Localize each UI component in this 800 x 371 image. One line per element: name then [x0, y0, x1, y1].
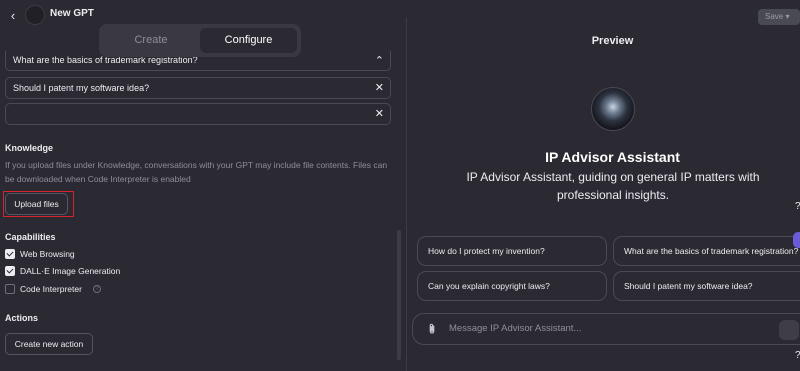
suggestion-chip[interactable]: Can you explain copyright laws?: [417, 271, 607, 301]
upload-files-button[interactable]: Upload files: [5, 193, 68, 215]
message-composer[interactable]: Message IP Advisor Assistant...: [412, 313, 800, 345]
mode-tabs: Create Configure: [99, 24, 301, 57]
assistant-avatar: [591, 87, 635, 131]
help-icon[interactable]: ?: [795, 350, 800, 361]
scrollbar[interactable]: [397, 230, 401, 360]
checkbox-checked-icon[interactable]: [5, 266, 15, 276]
suggestion-chip[interactable]: What are the basics of trademark registr…: [613, 236, 800, 266]
tab-create[interactable]: Create: [103, 28, 199, 53]
capabilities-heading: Capabilities: [5, 232, 56, 242]
info-icon[interactable]: ?: [93, 285, 101, 293]
conversation-starter[interactable]: Should I patent my software idea? ✕: [5, 77, 391, 99]
suggestion-chip[interactable]: Should I patent my software idea?: [613, 271, 800, 301]
chevron-up-icon[interactable]: ⌃: [375, 54, 384, 68]
help-icon[interactable]: ?: [795, 201, 800, 212]
knowledge-description: If you upload files under Knowledge, con…: [5, 160, 388, 184]
suggestion-chip[interactable]: How do I protect my invention?: [417, 236, 607, 266]
conversation-starter-empty[interactable]: ✕: [5, 103, 391, 125]
checkbox-checked-icon[interactable]: [5, 249, 15, 259]
edge-widget-icon[interactable]: [793, 232, 800, 248]
capability-label: Code Interpreter: [20, 284, 82, 294]
tab-configure[interactable]: Configure: [200, 28, 297, 53]
assistant-description: IP Advisor Assistant, guiding on general…: [466, 170, 760, 202]
actions-heading: Actions: [5, 313, 39, 323]
close-icon[interactable]: ✕: [375, 81, 384, 95]
knowledge-heading: Knowledge: [5, 143, 54, 153]
checkbox-unchecked-icon[interactable]: [5, 284, 15, 294]
paperclip-icon[interactable]: [425, 322, 439, 336]
capability-label: DALL·E Image Generation: [20, 266, 121, 276]
capability-label: Web Browsing: [20, 249, 75, 259]
create-new-action-button[interactable]: Create new action: [5, 333, 93, 355]
assistant-name: IP Advisor Assistant: [545, 149, 680, 165]
conversation-starter-text[interactable]: Should I patent my software idea?: [13, 83, 149, 93]
send-button[interactable]: [779, 320, 799, 340]
panel-divider: [406, 18, 407, 371]
message-input-placeholder[interactable]: Message IP Advisor Assistant...: [449, 323, 581, 334]
close-icon[interactable]: ✕: [375, 107, 384, 121]
save-button[interactable]: Save ▾: [758, 9, 800, 25]
preview-title: Preview: [591, 35, 634, 47]
